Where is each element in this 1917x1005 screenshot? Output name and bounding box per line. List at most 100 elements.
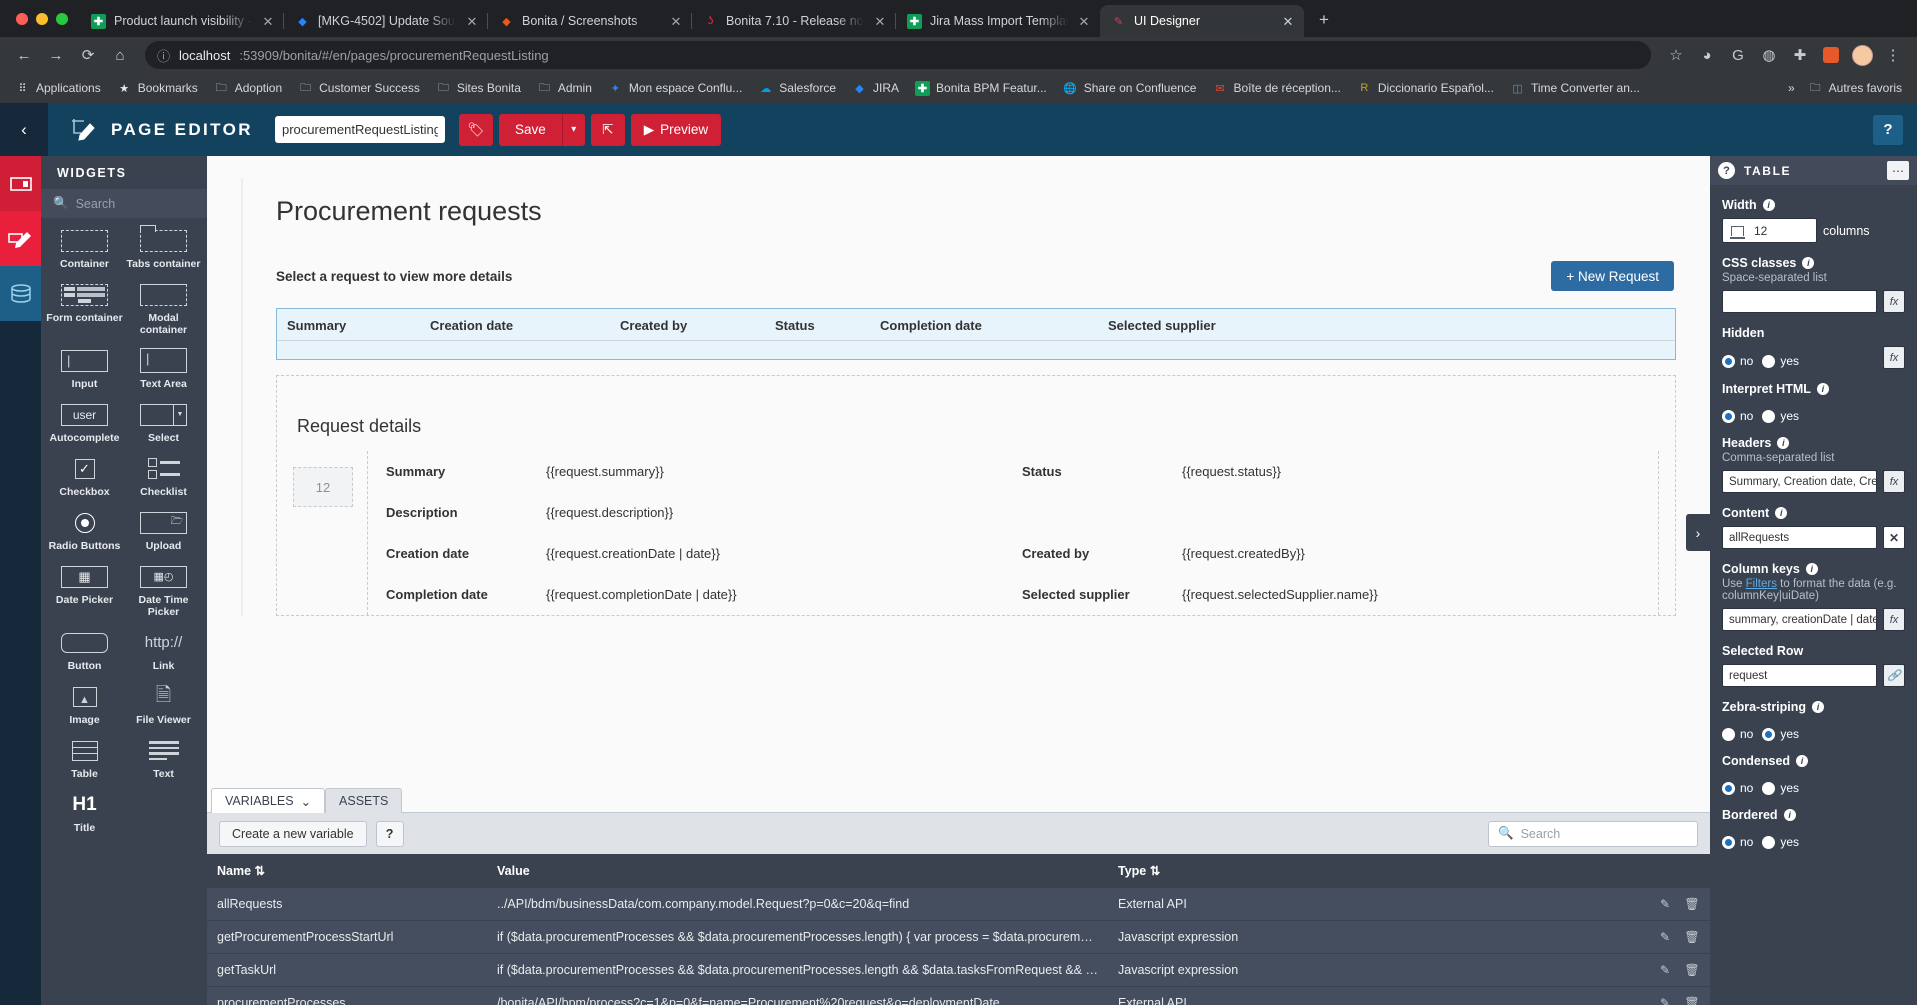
close-tab-icon[interactable]: ✕	[872, 13, 888, 29]
hidden-radio-no[interactable]: no	[1722, 354, 1753, 368]
bookmark-item[interactable]: 🗀Sites Bonita	[429, 78, 528, 99]
bordered-radio-yes[interactable]: yes	[1762, 835, 1799, 849]
rail-item-page-structure[interactable]	[0, 156, 41, 211]
hidden-fx-button[interactable]: fx	[1883, 346, 1905, 369]
save-button[interactable]: Save	[499, 114, 562, 146]
col-name[interactable]: Name ⇅	[207, 854, 487, 888]
extension3-icon[interactable]	[1817, 41, 1845, 69]
headers-input[interactable]: Summary, Creation date, Created by,	[1722, 470, 1877, 493]
css-classes-fx-button[interactable]: fx	[1883, 290, 1905, 313]
width-input[interactable]: 12	[1722, 218, 1817, 243]
widget-form-container[interactable]: Form container	[45, 281, 124, 336]
minimize-window-button[interactable]	[36, 13, 48, 25]
bookmark-item[interactable]: ✦Mon espace Conflu...	[601, 78, 749, 99]
help-button[interactable]: ?	[1873, 115, 1903, 145]
widget-tabs-container[interactable]: Tabs container	[124, 227, 203, 270]
content-clear-button[interactable]: ✕	[1883, 526, 1905, 549]
css-classes-input[interactable]	[1722, 290, 1877, 313]
other-bookmarks-item[interactable]: 🗀Autres favoris	[1801, 78, 1909, 99]
browser-tab[interactable]: ✚ Jira Mass Import Template - Goo ✕	[896, 5, 1100, 37]
trash-icon[interactable]: 🗑	[1684, 996, 1700, 1005]
widget-select[interactable]: ▼Select	[124, 401, 203, 444]
bookmarks-overflow-icon[interactable]: »	[1788, 81, 1795, 95]
info-icon[interactable]: i	[1775, 507, 1787, 519]
tag-button[interactable]: 🏷	[459, 114, 493, 146]
info-icon[interactable]: i	[1812, 701, 1824, 713]
address-bar[interactable]: ⓘ localhost:53909/bonita/#/en/pages/proc…	[145, 41, 1651, 69]
widget-input[interactable]: |Input	[45, 347, 124, 390]
close-tab-icon[interactable]: ✕	[1076, 13, 1092, 29]
bookmark-item[interactable]: ✉Boîte de réception...	[1205, 78, 1347, 99]
browser-tab[interactable]: ◆ Bonita / Screenshots ✕	[488, 5, 692, 37]
browser-tab-active[interactable]: ✎ UI Designer ✕	[1100, 5, 1304, 37]
close-window-button[interactable]	[16, 13, 28, 25]
column-keys-input[interactable]: summary, creationDate | date, create	[1722, 608, 1877, 631]
widget-title[interactable]: H1Title	[45, 791, 124, 834]
info-icon[interactable]: i	[1817, 383, 1829, 395]
bookmark-item[interactable]: 🌐Share on Confluence	[1056, 78, 1204, 99]
column-header-status[interactable]: Status	[775, 318, 880, 333]
pencil-icon[interactable]: ✎	[1657, 963, 1673, 977]
browser-tab[interactable]: ʖ Bonita 7.10 - Release notes ✕	[692, 5, 896, 37]
widget-upload[interactable]: 🗁Upload	[124, 509, 203, 552]
widget-checklist[interactable]: Checklist	[124, 455, 203, 498]
headers-fx-button[interactable]: fx	[1883, 470, 1905, 493]
widget-file-viewer[interactable]: 🗎File Viewer	[124, 683, 203, 726]
widget-image[interactable]: ▲Image	[45, 683, 124, 726]
bookmark-item[interactable]: ◆JIRA	[845, 78, 906, 99]
widget-date-time-picker[interactable]: ▦◴Date Time Picker	[124, 563, 203, 618]
info-icon[interactable]: i	[1802, 257, 1814, 269]
column-header-created-by[interactable]: Created by	[620, 318, 775, 333]
widget-text[interactable]: Text	[124, 737, 203, 780]
trash-icon[interactable]: 🗑	[1684, 930, 1700, 944]
variables-help-button[interactable]: ?	[376, 821, 404, 847]
add-extension-icon[interactable]: ✚	[1786, 41, 1814, 69]
widget-table[interactable]: Table	[45, 737, 124, 780]
bookmark-item[interactable]: ✚Bonita BPM Featur...	[908, 78, 1054, 99]
col-type[interactable]: Type ⇅	[1108, 854, 1308, 888]
sort-icon[interactable]: ⇅	[1150, 864, 1160, 878]
column-header-selected-supplier[interactable]: Selected supplier	[1108, 318, 1216, 333]
home-icon[interactable]: ⌂	[106, 41, 134, 69]
zebra-radio-yes[interactable]: yes	[1762, 727, 1799, 741]
trash-icon[interactable]: 🗑	[1684, 963, 1700, 977]
hidden-radio-yes[interactable]: yes	[1762, 354, 1799, 368]
browser-tab[interactable]: ✚ Product launch visibility - Google ✕	[80, 5, 284, 37]
request-details-container[interactable]: Request details 12 Summary{{request.summ…	[276, 375, 1676, 616]
column-keys-fx-button[interactable]: fx	[1883, 608, 1905, 631]
info-icon[interactable]: i	[1763, 199, 1775, 211]
expand-properties-handle[interactable]: ›	[1686, 514, 1710, 551]
widget-button[interactable]: Button	[45, 629, 124, 672]
pencil-icon[interactable]: ✎	[1657, 996, 1673, 1005]
create-variable-button[interactable]: Create a new variable	[219, 821, 367, 847]
widget-text-area[interactable]: |Text Area	[124, 347, 203, 390]
trash-icon[interactable]: 🗑	[1684, 897, 1700, 911]
close-tab-icon[interactable]: ✕	[464, 13, 480, 29]
widget-date-picker[interactable]: ▦Date Picker	[45, 563, 124, 618]
widget-link[interactable]: http://Link	[124, 629, 203, 672]
export-button[interactable]: ⇱	[591, 114, 625, 146]
bookmark-star-icon[interactable]: ☆	[1662, 41, 1690, 69]
bookmark-item[interactable]: ★Bookmarks	[110, 78, 205, 99]
selected-row-link-button[interactable]: 🔗	[1883, 664, 1905, 687]
widget-autocomplete[interactable]: userAutocomplete	[45, 401, 124, 444]
reload-icon[interactable]: ⟳	[74, 41, 102, 69]
page-canvas[interactable]: Procurement requests Select a request to…	[207, 156, 1710, 812]
maximize-window-button[interactable]	[56, 13, 68, 25]
interpret-html-radio-yes[interactable]: yes	[1762, 409, 1799, 423]
save-dropdown-button[interactable]: ▾	[562, 114, 585, 146]
help-icon[interactable]: ?	[1718, 162, 1735, 179]
bookmark-item[interactable]: ◫Time Converter an...	[1503, 78, 1647, 99]
pencil-icon[interactable]: ✎	[1657, 930, 1673, 944]
close-tab-icon[interactable]: ✕	[668, 13, 684, 29]
zebra-radio-no[interactable]: no	[1722, 727, 1753, 741]
selected-row-input[interactable]: request	[1722, 664, 1877, 687]
close-tab-icon[interactable]: ✕	[260, 13, 276, 29]
forward-icon[interactable]: →	[42, 41, 70, 69]
info-icon[interactable]: i	[1806, 563, 1818, 575]
widget-radio-buttons[interactable]: Radio Buttons	[45, 509, 124, 552]
condensed-radio-no[interactable]: no	[1722, 781, 1753, 795]
back-icon[interactable]: ←	[10, 41, 38, 69]
new-request-button[interactable]: + New Request	[1551, 261, 1674, 291]
rail-item-widgets[interactable]	[0, 211, 41, 266]
